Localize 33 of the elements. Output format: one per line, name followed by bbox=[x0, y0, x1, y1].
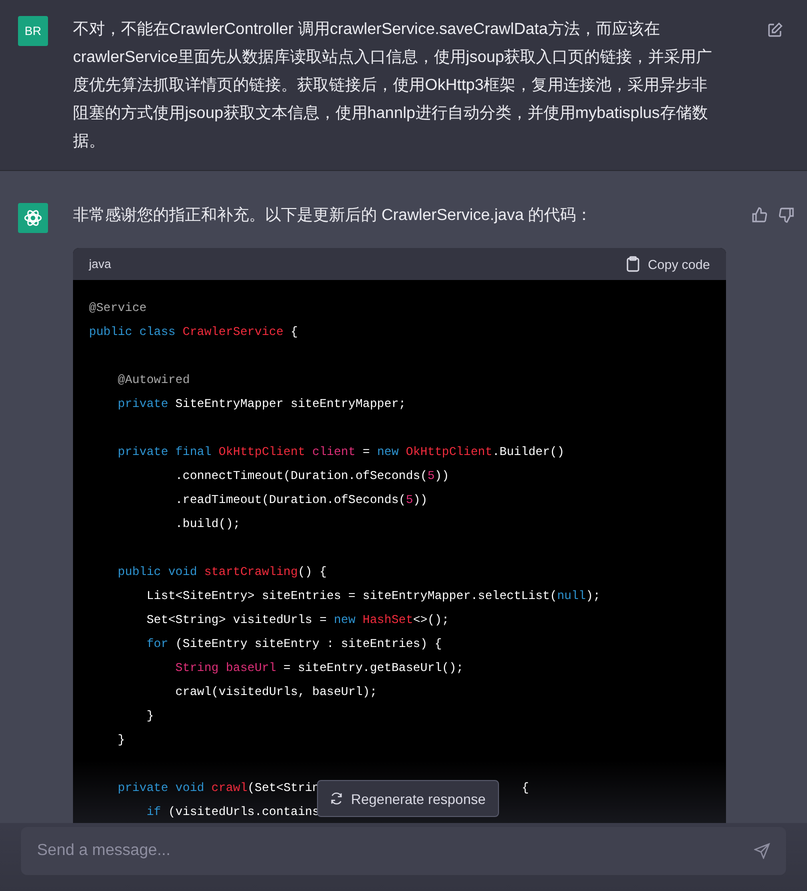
code-line: for (SiteEntry siteEntry : siteEntries) { bbox=[146, 636, 442, 653]
user-message-text: 不对，不能在CrawlerController 调用crawlerService.saveCrawlData方法，而应该在crawlerService里面先从数据库读取站点入口信息，使用jsoup获取入口页的链接，并采用广度优先算法抓取详情页的链接。获取链接后，使用OkHttp3框架，复用连接池，采用异步非阻塞的方式使用jsoup获取文本信息，使用hannlp进行自动分类，并使用mybatisplus存储数据。 bbox=[73, 20, 713, 152]
assistant-message-text: 非常感谢您的指正和补充。以下是更新后的 CrawlerService.java 的代码： bbox=[73, 206, 594, 226]
code-line: if (visitedUrls.contains bbox=[146, 804, 320, 821]
code-line: crawl(visitedUrls, baseUrl); bbox=[174, 684, 378, 701]
code-line: } bbox=[146, 708, 154, 725]
code-line: { bbox=[522, 780, 529, 797]
code-language: java bbox=[89, 257, 112, 271]
code-line: String baseUrl = siteEntry.getBaseUrl(); bbox=[174, 660, 464, 677]
code-line: private final OkHttpClient client = new OkHttpClient.Builder() bbox=[116, 444, 564, 461]
assistant-avatar-icon bbox=[18, 203, 48, 233]
user-avatar: BR bbox=[18, 16, 48, 46]
code-line: .connectTimeout(Duration.ofSeconds(5)) bbox=[174, 468, 450, 485]
code-line: } bbox=[116, 732, 126, 749]
code-line: @Autowired bbox=[116, 372, 190, 389]
code-line: public void startCrawling() { bbox=[116, 564, 327, 581]
code-line: List<SiteEntry> siteEntries = siteEntryMapper.selectList(null); bbox=[146, 588, 600, 605]
thumbs-up-icon[interactable] bbox=[751, 207, 767, 223]
code-line: .readTimeout(Duration.ofSeconds(5)) bbox=[174, 492, 428, 509]
message-input-field[interactable]: Send a message... bbox=[21, 827, 786, 875]
regenerate-response-button[interactable]: Regenerate response bbox=[317, 780, 499, 817]
code-line: Set<String> visitedUrls = new HashSet<>(); bbox=[146, 612, 450, 629]
code-line: @Service bbox=[89, 300, 147, 317]
code-line: .build(); bbox=[174, 516, 240, 533]
thumbs-down-icon[interactable] bbox=[779, 207, 795, 223]
code-line: public class CrawlerService { bbox=[89, 324, 298, 341]
send-icon[interactable] bbox=[754, 843, 770, 859]
edit-icon[interactable] bbox=[767, 22, 783, 38]
clipboard-icon bbox=[626, 256, 640, 272]
code-line: private void crawl(Set<Strin bbox=[116, 780, 320, 797]
code-line: private SiteEntryMapper siteEntryMapper; bbox=[116, 396, 406, 413]
refresh-icon bbox=[330, 792, 343, 805]
copy-code-button[interactable]: Copy code bbox=[626, 256, 710, 272]
